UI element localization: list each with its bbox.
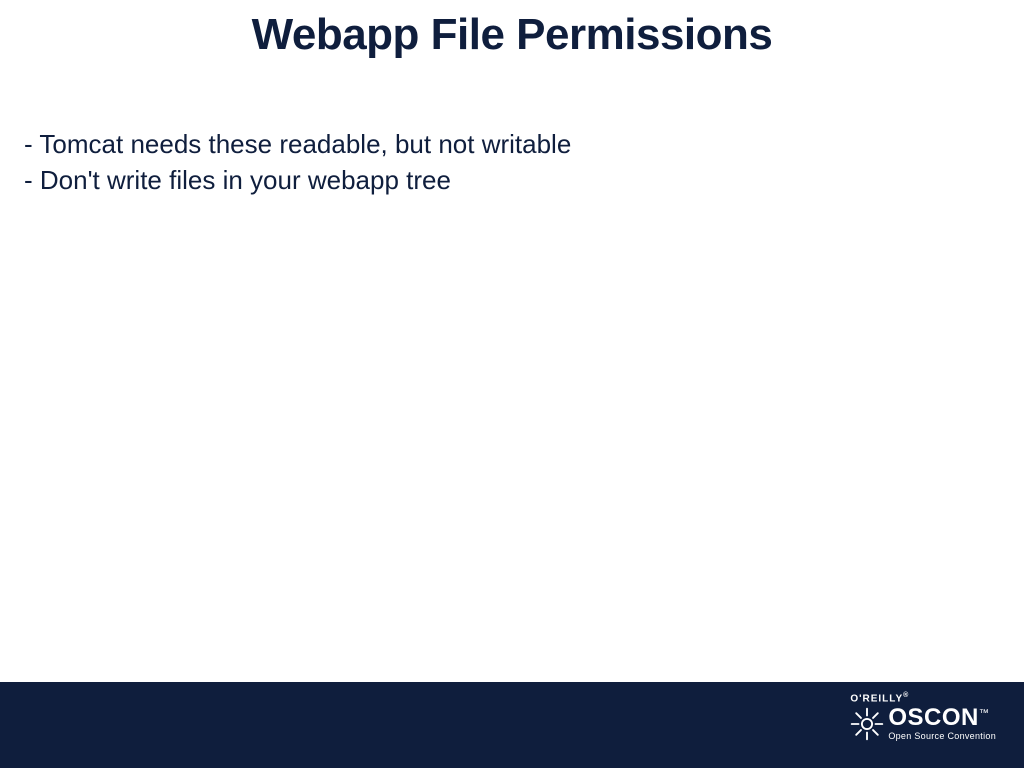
conference-tagline: Open Source Convention [888,731,996,741]
footer-logo: O'REILLY® OSCON™ O [850,692,996,741]
oscon-icon [850,707,884,741]
slide-title: Webapp File Permissions [0,0,1024,60]
footer-bar: O'REILLY® OSCON™ O [0,682,1024,768]
brand-label: O'REILLY® [850,692,996,704]
conference-name: OSCON™ [888,706,989,730]
slide-content: - Tomcat needs these readable, but not w… [0,60,1024,198]
bullet-item: - Don't write files in your webapp tree [24,164,1024,198]
bullet-item: - Tomcat needs these readable, but not w… [24,128,1024,162]
